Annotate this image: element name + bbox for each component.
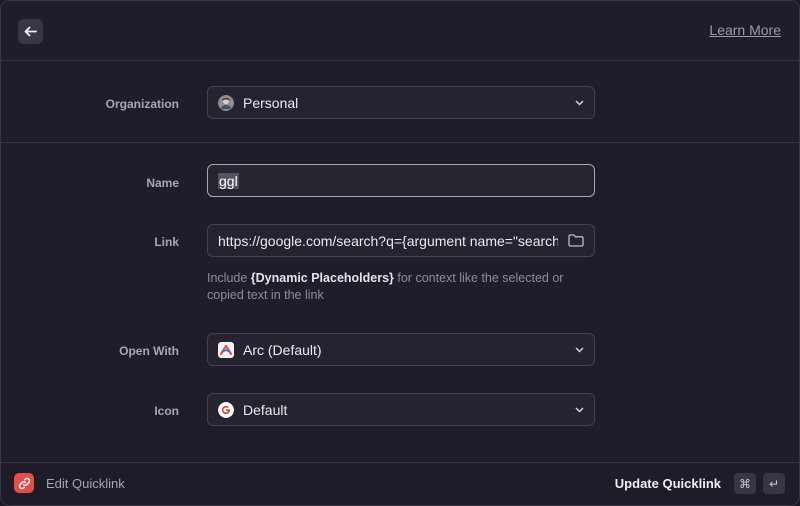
link-label: Link	[154, 235, 179, 249]
icon-label: Icon	[154, 404, 179, 418]
footer-title: Edit Quicklink	[46, 476, 125, 491]
open-with-label: Open With	[119, 344, 179, 358]
link-icon	[14, 473, 34, 493]
link-input[interactable]: https://google.com/search?q={argument na…	[207, 224, 595, 257]
update-quicklink-button[interactable]: Update Quicklink	[615, 476, 721, 491]
link-hint: Include {Dynamic Placeholders} for conte…	[207, 270, 602, 303]
edit-quicklink-window: Learn More Organization Personal Name gg…	[0, 0, 800, 506]
chevron-down-icon	[575, 99, 584, 106]
folder-icon[interactable]	[568, 234, 584, 247]
arrow-left-icon	[24, 26, 37, 37]
google-icon	[218, 401, 234, 418]
name-value: ggl	[218, 172, 239, 189]
return-key-icon: ↵	[763, 473, 785, 494]
name-input[interactable]: ggl	[207, 164, 595, 197]
command-key-icon: ⌘	[734, 473, 756, 494]
learn-more-link[interactable]: Learn More	[709, 22, 781, 38]
chevron-down-icon	[575, 406, 584, 413]
arc-browser-icon	[218, 341, 234, 358]
organization-value: Personal	[243, 94, 299, 111]
icon-dropdown[interactable]: Default	[207, 393, 595, 426]
link-value: https://google.com/search?q={argument na…	[218, 232, 558, 249]
organization-dropdown[interactable]: Personal	[207, 86, 595, 119]
header-bar: Learn More	[1, 1, 799, 61]
icon-value: Default	[243, 401, 288, 418]
open-with-value: Arc (Default)	[243, 341, 322, 358]
hint-prefix: Include	[207, 271, 251, 285]
chevron-down-icon	[575, 346, 584, 353]
organization-label: Organization	[105, 97, 179, 111]
open-with-dropdown[interactable]: Arc (Default)	[207, 333, 595, 366]
action-bar: Edit Quicklink Update Quicklink ⌘ ↵	[1, 462, 799, 505]
back-button[interactable]	[18, 19, 43, 44]
avatar	[218, 94, 234, 111]
hint-placeholder-text: {Dynamic Placeholders}	[250, 271, 394, 285]
name-label: Name	[146, 176, 179, 190]
section-divider	[1, 142, 799, 143]
